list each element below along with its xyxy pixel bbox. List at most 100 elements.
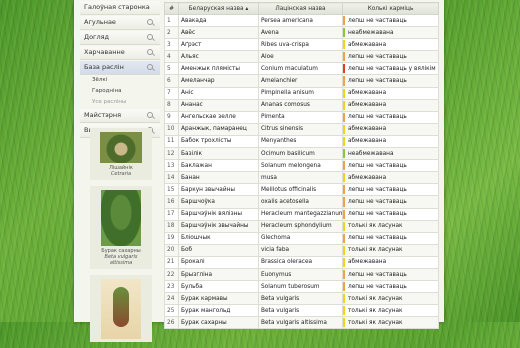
sidebar-item[interactable]: Догляд [80, 31, 160, 45]
search-icon[interactable] [147, 49, 153, 55]
feeding-status: лепш не частаваць [342, 13, 439, 28]
feeding-status: лепш не частаваць [342, 74, 439, 88]
plant-image[interactable] [100, 132, 142, 163]
feeding-status: неабмежавана [342, 147, 439, 161]
submenu-item[interactable]: Гародніна [80, 86, 160, 97]
status-color-bar [343, 112, 345, 122]
table-row[interactable]: 9 Ангельскае зелле Pimenta лепш не частавац… [164, 110, 439, 124]
column-header-belarusian-name[interactable]: Беларуская назва ▴ [178, 2, 259, 15]
sidebar-item[interactable]: Харчаванне [80, 46, 160, 60]
status-text: абмежавана [348, 174, 387, 181]
belarusian-name: Аранжык, памаранец [178, 122, 259, 136]
belarusian-name: Базілік [178, 147, 259, 161]
table-row[interactable]: 23 Бульба Solanum tuberosum лепш не частава… [164, 280, 439, 294]
table-row[interactable]: 13 Баклажан Solanum melongena лепш не часта… [164, 159, 439, 173]
table-row[interactable]: 4 Альяс Aloe лепш не частаваць [164, 50, 439, 64]
latin-name: Heracleum mantegazzianum [258, 207, 343, 221]
column-header-latin-name[interactable]: Лацінская назва [258, 2, 343, 15]
latin-name: Beta vulgaris altissima [258, 316, 343, 330]
latin-name: Pimenta [258, 110, 343, 124]
row-number: 25 [164, 304, 179, 318]
status-color-bar [343, 233, 345, 243]
latin-name: vicia faba [258, 243, 343, 257]
search-icon[interactable] [147, 19, 153, 25]
table-row[interactable]: 20 Боб vicia faba толькі як ласунак [164, 243, 439, 257]
latin-name: Euonymus [258, 267, 343, 282]
belarusian-name: Аґрэст [178, 38, 259, 52]
feeding-status: лепш не частаваць [342, 280, 439, 294]
status-color-bar [343, 209, 345, 219]
plant-thumbnail[interactable] [90, 275, 152, 342]
table-row[interactable]: 26 Бурак сахарны Beta vulgaris altissima то… [164, 316, 439, 330]
status-color-bar [343, 318, 345, 328]
table-row[interactable]: 21 Брокалі Brassica oleracea абмежавана [164, 255, 439, 269]
status-text: лепш не частаваць [348, 78, 407, 85]
status-color-bar [343, 257, 345, 267]
row-number: 8 [164, 98, 179, 112]
table-row[interactable]: 25 Бурак мангольд Beta vulgaris толькі як л… [164, 304, 439, 318]
belarusian-name: Бурак кармавы [178, 292, 259, 306]
row-number: 16 [164, 195, 179, 209]
status-text: лепш не частаваць [348, 186, 407, 193]
plant-image[interactable] [101, 279, 141, 339]
belarusian-name: Ангельскае зелле [178, 110, 259, 124]
table-row[interactable]: 5 Аменжык плямісты Conium maculatum лепш не… [164, 62, 439, 76]
table-row[interactable]: 10 Аранжык, памаранец Citrus sinensis абмеж… [164, 122, 439, 136]
table-row[interactable]: 15 Баркун звычайны Melilotus officinalis ле… [164, 183, 439, 197]
sidebar-item[interactable]: Агульнае [80, 16, 160, 30]
latin-name: Citrus sinensis [258, 122, 343, 136]
table-row[interactable]: 18 Баршчэўнік звычайны Heracleum sphondyli… [164, 219, 439, 233]
plant-thumbnail[interactable]: Лішайнік Cetraria [90, 128, 152, 180]
status-color-bar [343, 28, 345, 38]
column-header-feeding-amount[interactable]: Колькі карміць [342, 2, 439, 15]
table-row[interactable]: 22 Брызгліна Euonymus лепш не частаваць [164, 267, 439, 282]
latin-name: Ocimum basilicum [258, 147, 343, 161]
table-row[interactable]: 14 Банан musa абмежавана [164, 171, 439, 185]
search-icon[interactable] [147, 112, 153, 118]
plants-table: # Беларуская назва ▴ Лацінская назва Кол… [164, 2, 439, 330]
table-header-row: # Беларуская назва ▴ Лацінская назва Кол… [164, 2, 439, 15]
submenu-item[interactable]: Усе расліны [80, 97, 160, 108]
belarusian-name: Ананас [178, 98, 259, 112]
status-color-bar [343, 269, 345, 280]
latin-name: Avena [258, 26, 343, 40]
row-number: 10 [164, 122, 179, 136]
status-text: лепш не частаваць [348, 114, 407, 121]
status-text: абмежавана [348, 90, 387, 97]
table-row[interactable]: 11 Бабок трохлісты Menyanthes абмежавана [164, 134, 439, 149]
table-row[interactable]: 19 Бліошчык Glechoma лепш не частаваць [164, 231, 439, 245]
table-row[interactable]: 8 Ананас Ananas comosus абмежавана [164, 98, 439, 112]
feeding-status: толькі як ласунак [342, 243, 439, 257]
column-header-number[interactable]: # [164, 2, 179, 15]
sidebar-item[interactable]: Галоўная старонка [80, 1, 160, 15]
search-icon[interactable] [147, 34, 153, 40]
feeding-status: неабмежавана [342, 26, 439, 40]
table-row[interactable]: 24 Бурак кармавы Beta vulgaris толькі як ла… [164, 292, 439, 306]
feeding-status: лепш не частаваць [342, 207, 439, 221]
latin-name: Amelanchier [258, 74, 343, 88]
table-row[interactable]: 1 Авакада Persea americana лепш не частавац… [164, 13, 439, 28]
table-row[interactable]: 3 Аґрэст Ribes uva-crispa абмежавана [164, 38, 439, 52]
status-color-bar [343, 149, 345, 159]
status-text: абмежавана [348, 259, 387, 266]
row-number: 1 [164, 13, 179, 28]
row-number: 26 [164, 316, 179, 330]
table-row[interactable]: 17 Баршчэўнік вялізны Heracleum mantegazzi… [164, 207, 439, 221]
status-text: лепш не частаваць [348, 53, 407, 60]
sidebar-item[interactable]: База раслін [80, 61, 160, 75]
status-text: неабмежавана [348, 29, 394, 36]
sidebar-item[interactable]: Майстэрня [80, 109, 160, 123]
feeding-status: толькі як ласунак [342, 219, 439, 233]
search-icon[interactable] [147, 64, 153, 70]
plant-thumbnail[interactable]: Бурак сахарны Beta vulgaris altissima [90, 186, 152, 269]
table-row[interactable]: 16 Баршчоўка oxalis acetosella лепш не част… [164, 195, 439, 209]
plant-image[interactable] [101, 190, 141, 246]
submenu-item[interactable]: Зёлкі [80, 75, 160, 86]
status-text: толькі як ласунак [348, 307, 403, 314]
feeding-status: лепш не частаваць у вялікім разе [342, 62, 439, 76]
table-row[interactable]: 12 Базілік Ocimum basilicum неабмежавана [164, 147, 439, 161]
table-row[interactable]: 6 Амеланчар Amelanchier лепш не частаваць [164, 74, 439, 88]
table-row[interactable]: 2 Авёс Avena неабмежавана [164, 26, 439, 40]
table-row[interactable]: 7 Аніс Pimpinella anisum абмежавана [164, 86, 439, 100]
status-color-bar [343, 16, 345, 26]
